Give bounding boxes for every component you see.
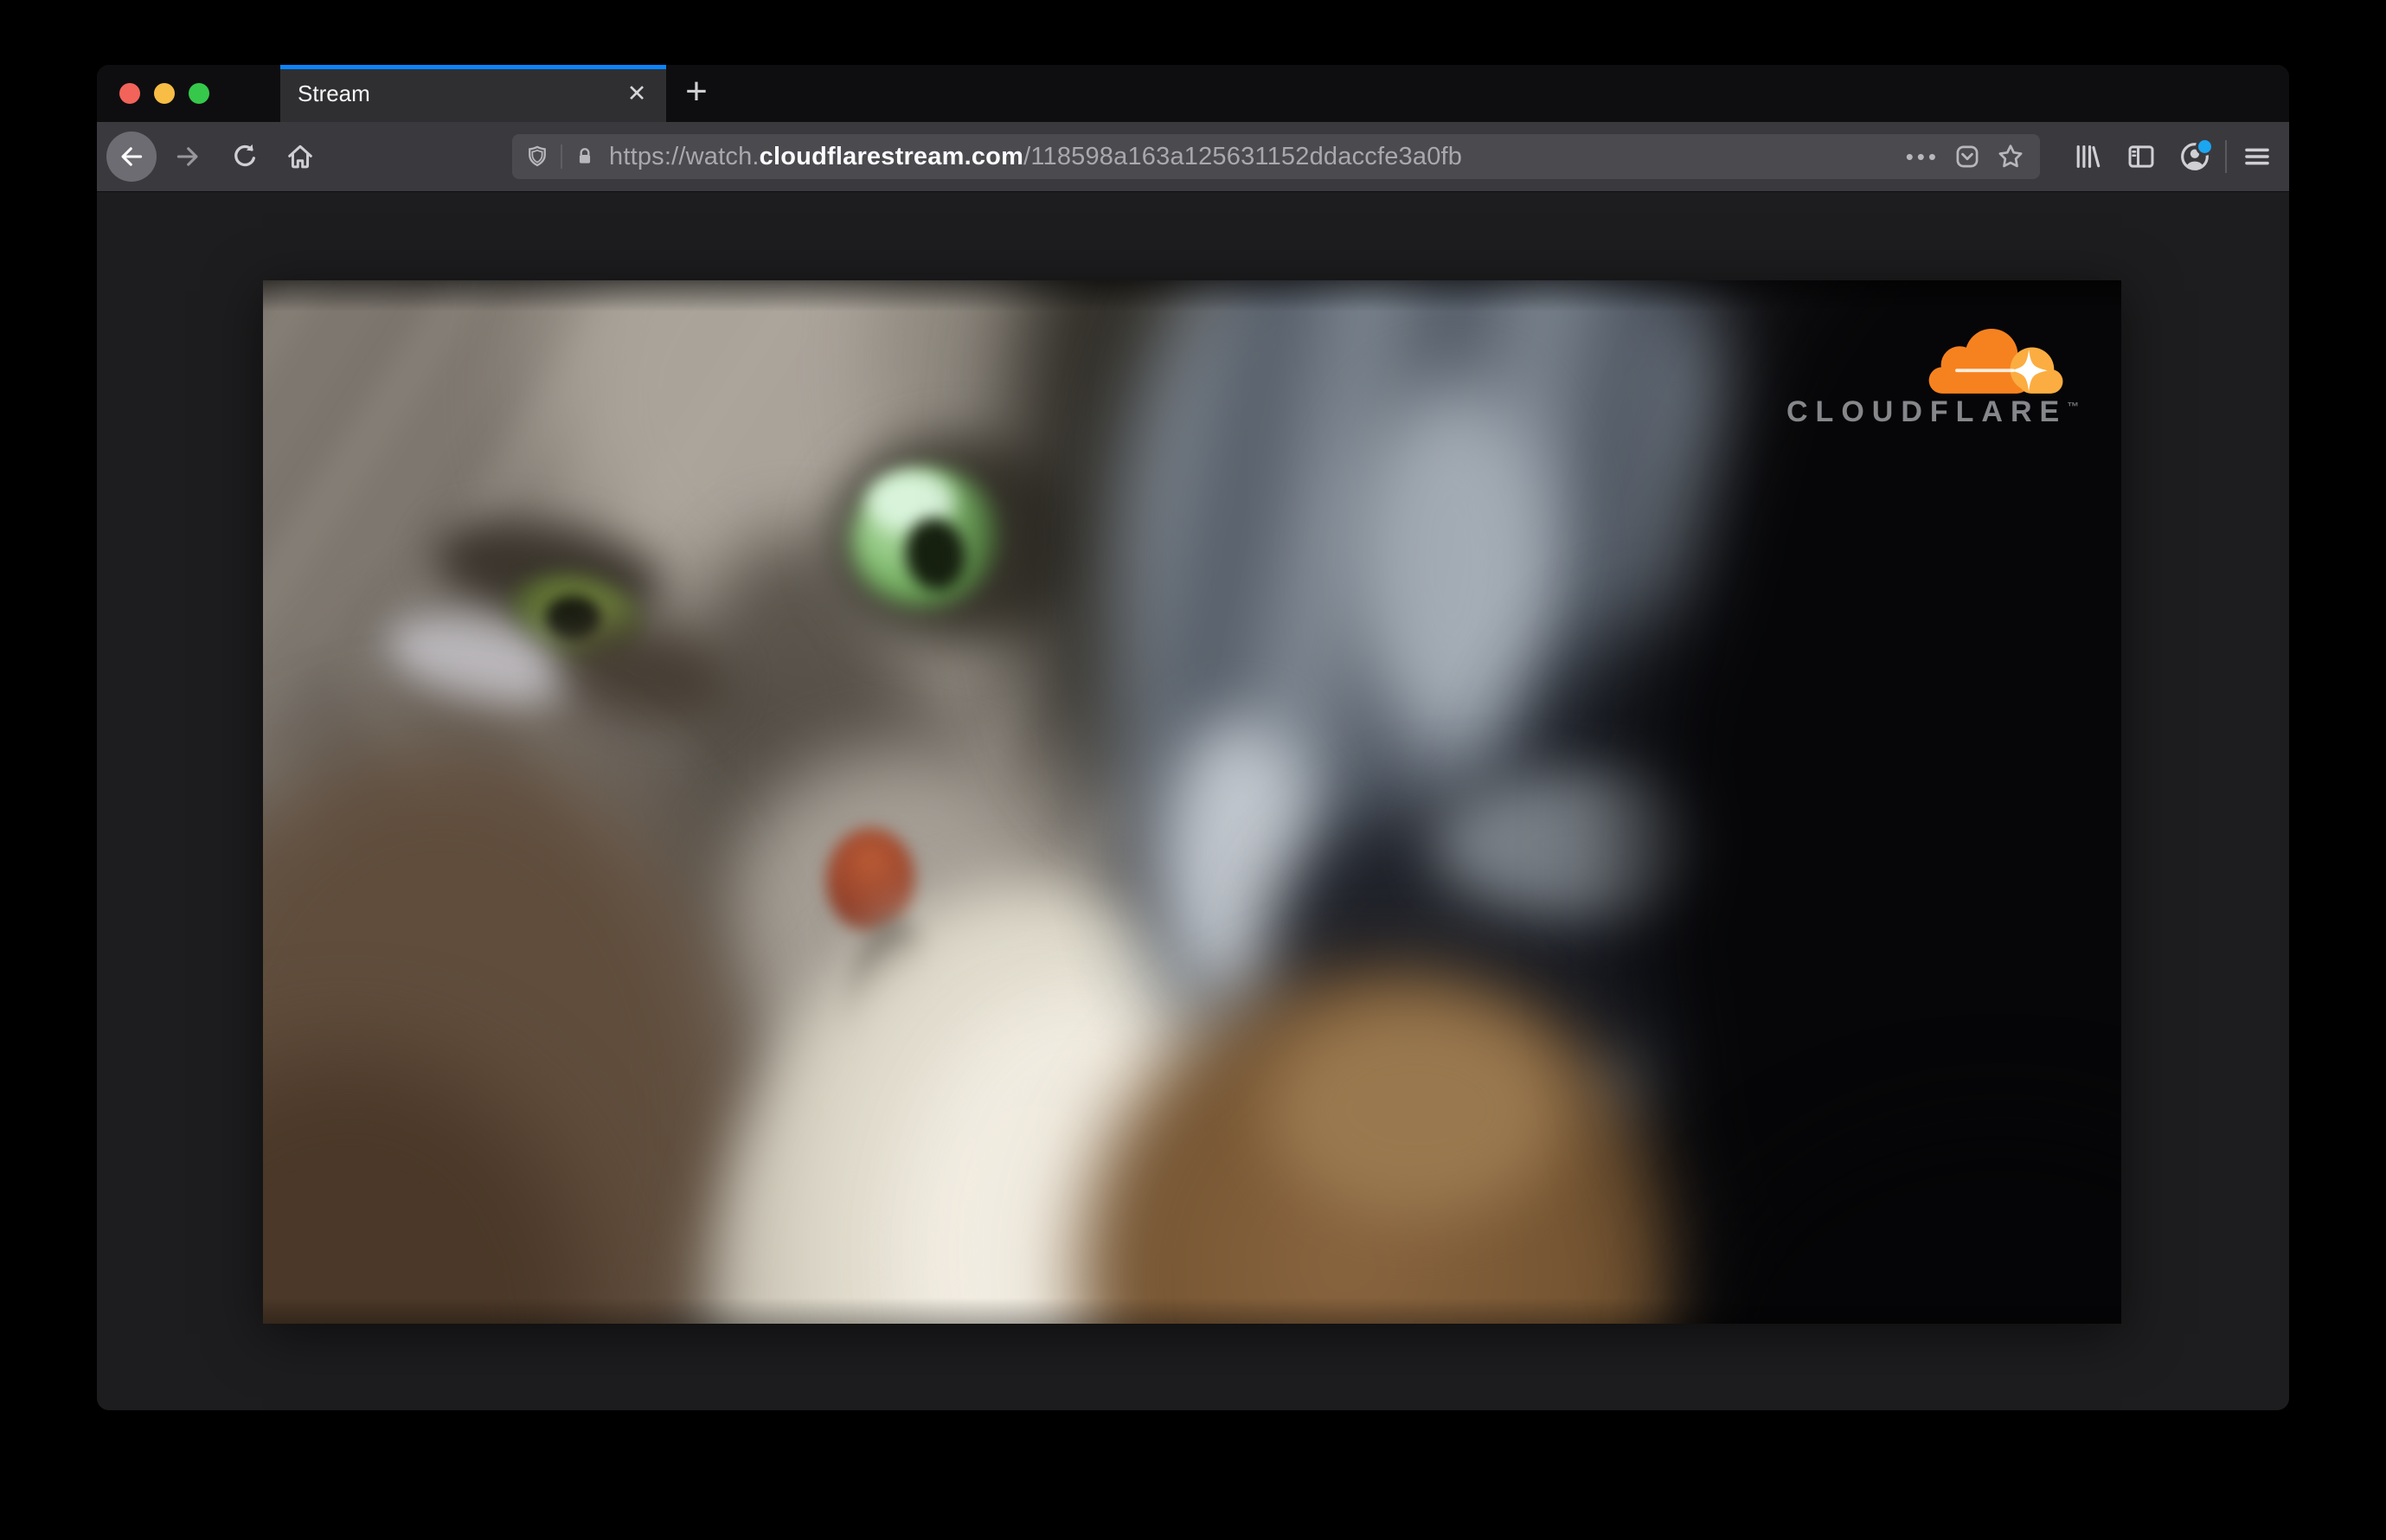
video-texture-blob — [1266, 1000, 1564, 1220]
video-texture-blob — [825, 828, 915, 933]
browser-window: Stream ✕ + https://watch.cloudflarestrea… — [97, 65, 2289, 1410]
cloudflare-cloud-icon — [1928, 328, 2063, 394]
content-area: CLOUDFLARE™ — [97, 192, 2289, 1410]
video-frame — [263, 280, 2121, 1324]
page-actions-button[interactable]: ••• — [1906, 134, 1940, 179]
toolbar-separator — [2225, 140, 2227, 173]
url-domain: cloudflarestream.com — [759, 142, 1024, 170]
video-player[interactable]: CLOUDFLARE™ — [263, 280, 2121, 1324]
close-window-button[interactable] — [119, 83, 140, 104]
address-bar-divider — [561, 144, 562, 169]
forward-arrow-icon — [176, 147, 198, 166]
hamburger-menu-icon — [2245, 148, 2269, 165]
tab-close-icon[interactable]: ✕ — [619, 65, 654, 122]
toolbar-right-cluster — [2068, 137, 2277, 176]
window-controls — [119, 83, 209, 104]
tab-title: Stream — [298, 80, 370, 106]
trademark-mark: ™ — [2067, 399, 2080, 414]
tab-stream[interactable]: Stream ✕ — [280, 65, 666, 122]
tracking-shield-icon[interactable] — [524, 144, 550, 170]
cloudflare-watermark: CLOUDFLARE™ — [1786, 325, 2080, 429]
zoom-window-button[interactable] — [189, 83, 209, 104]
library-icon — [2076, 145, 2101, 168]
star-icon — [1998, 144, 2023, 168]
address-bar[interactable]: https://watch.cloudflarestream.com/11859… — [512, 134, 2040, 179]
library-button[interactable] — [2068, 137, 2107, 176]
url-path: /118598a163a125631152ddaccfe3a0fb — [1023, 142, 1463, 170]
reload-button[interactable] — [225, 137, 265, 176]
reload-icon — [234, 144, 255, 167]
bookmark-star-button[interactable] — [1995, 141, 2026, 172]
new-tab-button[interactable]: + — [671, 65, 722, 122]
pocket-button[interactable] — [1952, 141, 1983, 172]
back-arrow-icon — [121, 147, 143, 166]
sidebar-icon — [2128, 145, 2154, 168]
video-texture-blob — [1350, 384, 1555, 740]
url-text: https://watch.cloudflarestream.com/11859… — [609, 143, 1462, 171]
home-button[interactable] — [280, 137, 320, 176]
url-scheme-host: https://watch. — [609, 142, 760, 170]
home-icon — [288, 144, 312, 169]
sidebar-button[interactable] — [2121, 137, 2161, 176]
minimize-window-button[interactable] — [154, 83, 175, 104]
account-button[interactable] — [2175, 137, 2215, 176]
lock-icon[interactable] — [573, 144, 597, 169]
navigation-toolbar: https://watch.cloudflarestream.com/11859… — [97, 122, 2289, 192]
forward-button[interactable] — [168, 137, 208, 176]
account-notification-badge — [2196, 138, 2214, 156]
back-button[interactable] — [106, 132, 157, 182]
pocket-icon — [1956, 145, 1979, 168]
tab-bar: Stream ✕ + — [97, 65, 2289, 122]
menu-button[interactable] — [2237, 137, 2277, 176]
cloudflare-wordmark: CLOUDFLARE™ — [1786, 395, 2080, 428]
